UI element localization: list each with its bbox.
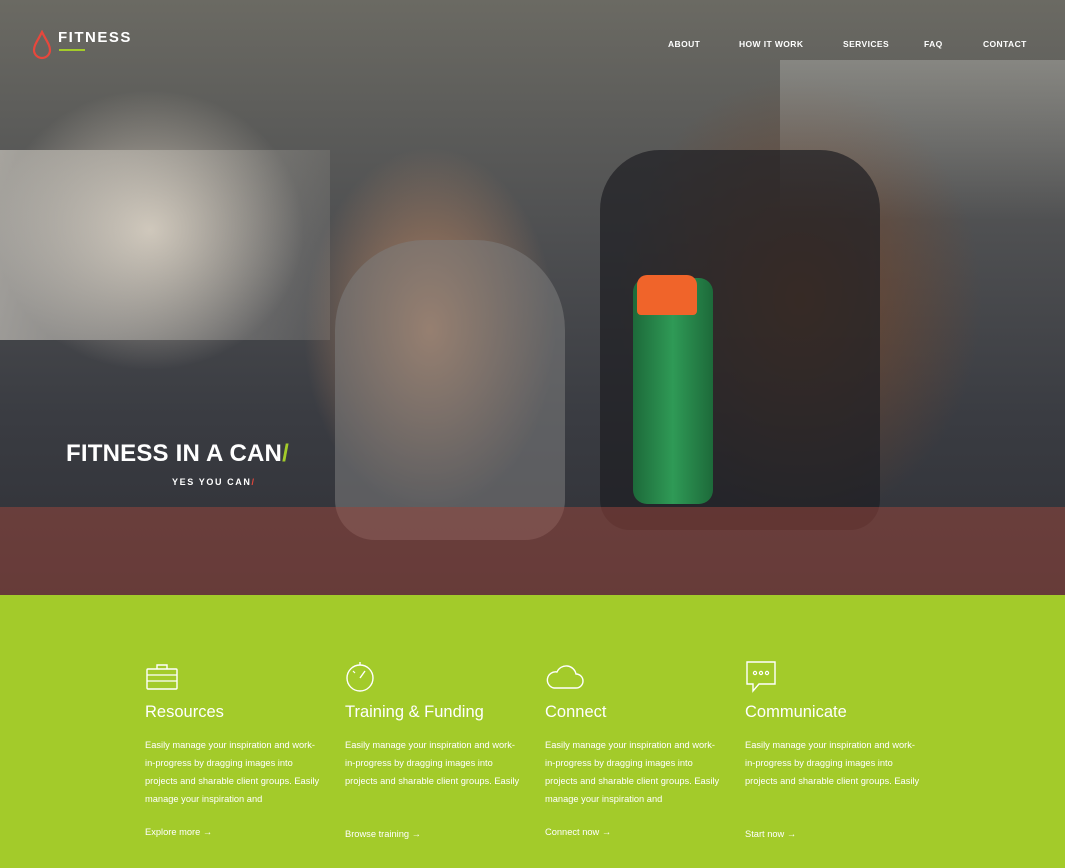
nav-item-services[interactable]: SERVICES <box>843 39 924 49</box>
feature-description: Easily manage your inspiration and work-… <box>145 740 320 804</box>
hero-subtitle-text: YES YOU CAN <box>172 477 252 487</box>
hero-bottom-shade <box>0 507 1065 595</box>
explore-more-link[interactable]: Explore more → <box>145 827 212 837</box>
connect-now-link[interactable]: Connect now → <box>545 827 611 837</box>
feature-connect: Connect Easily manage your inspiration a… <box>545 660 725 837</box>
feature-description: Easily manage your inspiration and work-… <box>545 740 720 804</box>
hero-title: FITNESS IN A CAN/ <box>66 440 289 468</box>
nav-item-faq[interactable]: FAQ <box>924 39 983 49</box>
feature-description: Easily manage your inspiration and work-… <box>345 740 520 786</box>
main-navigation: ABOUT HOW IT WORK SERVICES FAQ CONTACT <box>668 39 1043 49</box>
browse-training-link[interactable]: Browse training → <box>345 829 421 839</box>
hero-photo-bottle-cap <box>637 275 697 315</box>
water-drop-icon <box>32 30 52 60</box>
nav-item-about[interactable]: ABOUT <box>668 39 739 49</box>
brand-underline <box>59 49 85 51</box>
brand-logo[interactable]: FITNESS <box>32 29 132 60</box>
nav-item-contact[interactable]: CONTACT <box>983 39 1043 49</box>
brand-name: FITNESS <box>58 29 132 46</box>
feature-training-funding: Training & Funding Easily manage your in… <box>345 660 525 839</box>
feature-resources: Resources Easily manage your inspiration… <box>145 660 325 837</box>
chat-bubble-icon <box>746 661 776 693</box>
nav-item-how-it-work[interactable]: HOW IT WORK <box>739 39 843 49</box>
hero-title-slash: / <box>282 440 289 467</box>
feature-description: Easily manage your inspiration and work-… <box>745 740 920 786</box>
features-section: Resources Easily manage your inspiration… <box>0 595 1065 868</box>
feature-title: Connect <box>545 703 607 721</box>
feature-title: Resources <box>145 703 224 721</box>
cloud-icon <box>546 665 584 689</box>
hero-title-text: FITNESS IN A CAN <box>66 440 283 467</box>
hero-subtitle-slash: / <box>251 477 256 487</box>
hero-banner: FITNESS ABOUT HOW IT WORK SERVICES FAQ C… <box>0 0 1065 595</box>
hero-subtitle: YES YOU CAN/ <box>172 477 256 487</box>
hero-background-wall <box>0 150 330 340</box>
feature-title: Communicate <box>745 703 847 721</box>
start-now-link[interactable]: Start now → <box>745 829 796 839</box>
feature-title: Training & Funding <box>345 703 484 721</box>
hero-photo-woman <box>335 240 565 540</box>
briefcase-icon <box>146 664 178 690</box>
stopwatch-icon <box>346 662 374 692</box>
feature-communicate: Communicate Easily manage your inspirati… <box>745 660 925 839</box>
